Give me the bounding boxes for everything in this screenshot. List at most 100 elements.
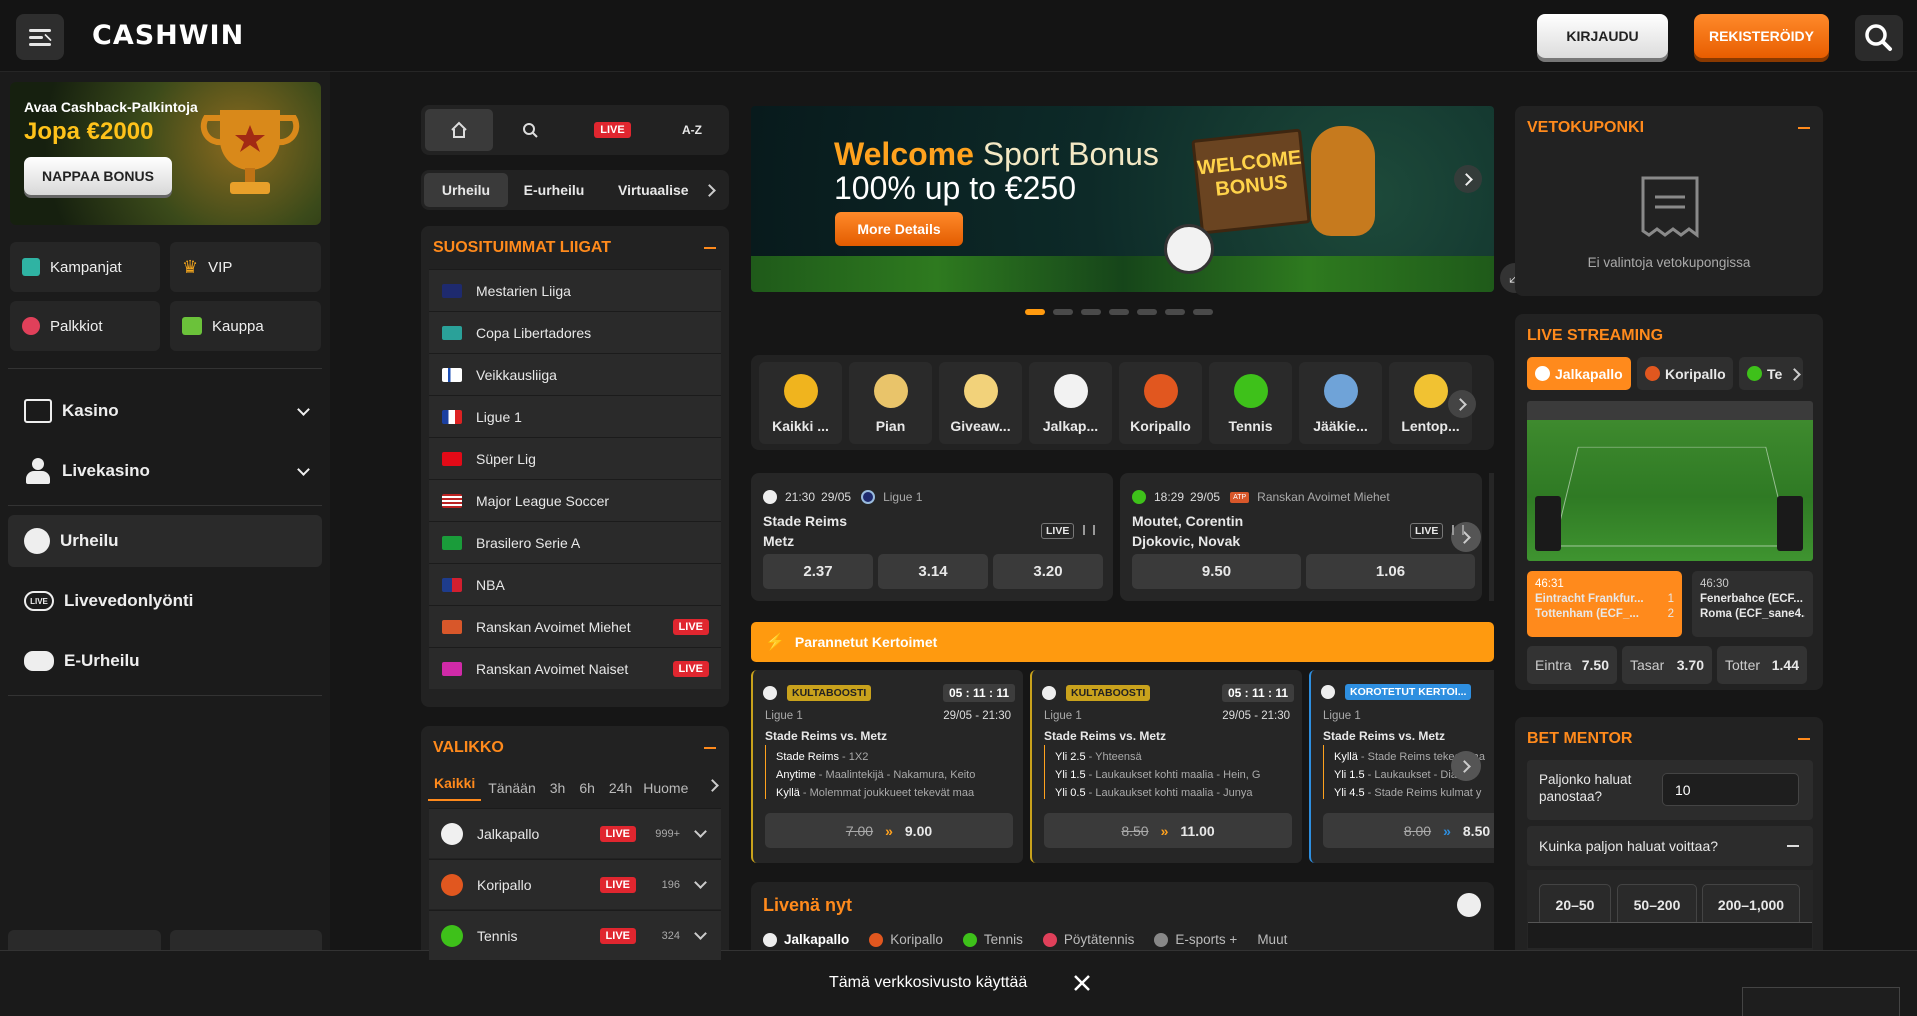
- filter-tomorrow[interactable]: Huome: [639, 780, 692, 796]
- vip-button[interactable]: ♛ VIP: [170, 242, 321, 292]
- boost-odds-button[interactable]: 7.00 » 9.00: [765, 813, 1013, 848]
- nav-esports[interactable]: E-Urheilu: [8, 635, 322, 687]
- league-item[interactable]: Ranskan Avoimet Naiset LIVE: [429, 647, 721, 689]
- sport-menu-item[interactable]: Jalkapallo LIVE 999+: [429, 808, 721, 858]
- category-item[interactable]: Tennis: [1209, 362, 1292, 444]
- stream-match-card[interactable]: 46:30 Fenerbahce (ECF... Roma (ECF_sane4..…: [1692, 571, 1813, 637]
- category-item[interactable]: Kaikki ...: [759, 362, 842, 444]
- register-button[interactable]: REKISTERÖIDY: [1694, 14, 1829, 58]
- banner-dot[interactable]: [1109, 309, 1129, 315]
- category-item[interactable]: Koripallo: [1119, 362, 1202, 444]
- category-item[interactable]: Giveaw...: [939, 362, 1022, 444]
- nav-live-casino[interactable]: Livekasino: [8, 445, 322, 497]
- tab-live[interactable]: LIVE: [575, 109, 650, 151]
- live-now-tab[interactable]: E-sports +: [1154, 932, 1237, 947]
- subtab-virtual[interactable]: Virtuaalise: [618, 173, 696, 207]
- subtab-esports[interactable]: E-urheilu: [512, 173, 596, 207]
- live-now-tab[interactable]: Koripallo: [869, 932, 943, 947]
- chat-widget-tab[interactable]: [1742, 987, 1900, 1016]
- tab-az[interactable]: A-Z: [660, 109, 724, 151]
- stream-odds-button[interactable]: Tasar 3.70: [1622, 646, 1712, 684]
- league-item[interactable]: Ranskan Avoimet Miehet LIVE: [429, 605, 721, 647]
- range-option[interactable]: 20–50: [1539, 884, 1611, 926]
- filter-all[interactable]: Kaikki: [428, 775, 482, 801]
- live-now-tab[interactable]: Jalkapallo: [763, 932, 849, 947]
- banner-dot[interactable]: [1025, 309, 1045, 315]
- league-item[interactable]: Ligue 1: [429, 395, 721, 437]
- collapse-icon[interactable]: [704, 747, 716, 749]
- filter-today[interactable]: Tänään: [481, 780, 542, 796]
- stream-odds-button[interactable]: Totter 1.44: [1717, 646, 1807, 684]
- banner-dot[interactable]: [1165, 309, 1185, 315]
- brand-logo[interactable]: CASHWIN: [92, 20, 244, 51]
- win-target-header[interactable]: Kuinka paljon haluat voittaa?: [1527, 826, 1813, 866]
- boost-odds-button[interactable]: 8.50 » 11.00: [1044, 813, 1292, 848]
- collapse-icon[interactable]: [1798, 127, 1810, 129]
- promo-claim-button[interactable]: NAPPAA BONUS: [24, 157, 172, 195]
- filter-3h[interactable]: 3h: [543, 780, 573, 796]
- league-item[interactable]: NBA: [429, 563, 721, 605]
- cashback-promo-banner[interactable]: Avaa Cashback-Palkintoja Jopa €2000 NAPP…: [10, 82, 321, 225]
- chevron-down-icon[interactable]: [297, 462, 310, 476]
- banner-dot[interactable]: [1193, 309, 1213, 315]
- shop-button[interactable]: Kauppa: [170, 301, 321, 351]
- menu-toggle-button[interactable]: [16, 14, 64, 60]
- subtab-sports[interactable]: Urheilu: [424, 173, 508, 207]
- banner-next-button[interactable]: [1454, 165, 1482, 193]
- chevron-down-icon[interactable]: [694, 876, 707, 889]
- campaigns-button[interactable]: Kampanjat: [10, 242, 160, 292]
- banner-dot[interactable]: [1053, 309, 1073, 315]
- odds-button[interactable]: 9.50: [1132, 554, 1301, 589]
- sport-menu-item[interactable]: Tennis LIVE 324: [429, 910, 721, 960]
- odds-button[interactable]: 3.20: [993, 554, 1103, 589]
- banner-more-details-button[interactable]: More Details: [835, 212, 963, 246]
- league-item[interactable]: Mestarien Liiga: [429, 269, 721, 311]
- boost-odds-button[interactable]: 8.00 » 8.50: [1323, 813, 1494, 848]
- stake-input[interactable]: [1662, 773, 1799, 806]
- stats-icon[interactable]: [1452, 525, 1464, 535]
- nav-sports[interactable]: Urheilu: [8, 515, 322, 567]
- boosted-card[interactable]: KULTABOOSTI 05 : 11 : 11 Ligue 1 29/05 - 21…: [1030, 670, 1302, 863]
- banner-dot[interactable]: [1081, 309, 1101, 315]
- category-item[interactable]: Jääkie...: [1299, 362, 1382, 444]
- nav-casino[interactable]: Kasino: [8, 385, 322, 437]
- live-now-tab[interactable]: Muut: [1257, 932, 1287, 947]
- boosted-card[interactable]: KULTABOOSTI 05 : 11 : 11 Ligue 1 29/05 - 21…: [751, 670, 1023, 863]
- sidebar-bottom-button[interactable]: [8, 930, 161, 950]
- stream-tab-basketball[interactable]: Koripallo: [1637, 357, 1733, 390]
- filter-24h[interactable]: 24h: [602, 780, 639, 796]
- chevron-down-icon[interactable]: [694, 825, 707, 838]
- odds-button[interactable]: 1.06: [1306, 554, 1475, 589]
- league-item[interactable]: Copa Libertadores: [429, 311, 721, 353]
- stream-tab-football[interactable]: Jalkapallo: [1527, 357, 1631, 390]
- chevron-down-icon[interactable]: [694, 927, 707, 940]
- category-item[interactable]: Jalkap...: [1029, 362, 1112, 444]
- collapse-icon[interactable]: [704, 247, 716, 249]
- league-item[interactable]: Süper Lig: [429, 437, 721, 479]
- odds-button[interactable]: 2.37: [763, 554, 873, 589]
- league-item[interactable]: Veikkausliiga: [429, 353, 721, 395]
- category-item[interactable]: Pian: [849, 362, 932, 444]
- close-icon[interactable]: [1073, 974, 1091, 992]
- stats-icon[interactable]: [1083, 525, 1095, 535]
- sport-menu-item[interactable]: Koripallo LIVE 196: [429, 859, 721, 909]
- live-now-tab[interactable]: Tennis: [962, 932, 1023, 947]
- league-item[interactable]: Major League Soccer: [429, 479, 721, 521]
- chevron-down-icon[interactable]: [297, 402, 310, 416]
- range-option[interactable]: 200–1,000: [1702, 884, 1800, 926]
- boosted-odds-header[interactable]: ⚡ Parannetut Kertoimet: [751, 622, 1494, 662]
- search-button[interactable]: [1855, 15, 1903, 61]
- login-button[interactable]: KIRJAUDU: [1537, 14, 1668, 58]
- tab-home[interactable]: [425, 109, 493, 151]
- league-item[interactable]: Brasilero Serie A: [429, 521, 721, 563]
- stream-match-card[interactable]: 46:31 Eintracht Frankfur... 1 Tottenham (EC…: [1527, 571, 1682, 637]
- boosted-next-button[interactable]: [1451, 751, 1481, 781]
- odds-button[interactable]: 3.14: [878, 554, 988, 589]
- sidebar-bottom-button[interactable]: [170, 930, 322, 950]
- categories-next-button[interactable]: [1448, 390, 1476, 418]
- range-option[interactable]: 50–200: [1617, 884, 1697, 926]
- nav-live-betting[interactable]: LIVE Livevedonlyönti: [8, 575, 322, 627]
- live-now-tab[interactable]: Pöytätennis: [1042, 932, 1134, 947]
- welcome-bonus-banner[interactable]: Welcome Sport Bonus 100% up to €250 More…: [751, 106, 1494, 292]
- banner-dot[interactable]: [1137, 309, 1157, 315]
